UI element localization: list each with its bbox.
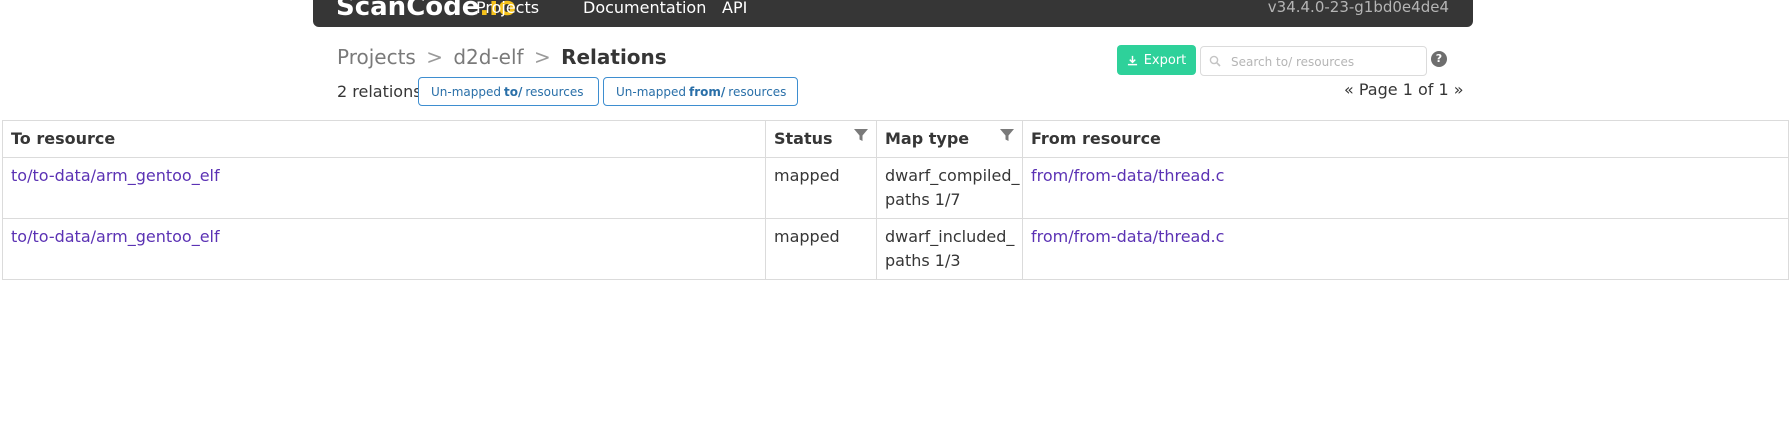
header-from-resource: From resource — [1022, 120, 1789, 158]
cell-to-resource: to/to-data/arm_gentoo_elf — [2, 157, 766, 219]
unmapped-from-suffix: resources — [728, 84, 787, 99]
header-map-type: Map type — [876, 120, 1023, 158]
unmapped-from-button[interactable]: Un-mapped from/ resources — [603, 77, 798, 106]
map-type-line: paths 1/7 — [885, 190, 961, 209]
export-label: Export — [1143, 52, 1187, 68]
filter-icon[interactable] — [1000, 128, 1014, 142]
search-field[interactable] — [1200, 46, 1427, 76]
export-button[interactable]: Export — [1117, 45, 1196, 75]
relations-table: To resource Status Map type From resourc… — [2, 120, 1789, 280]
cell-status: mapped — [765, 218, 877, 280]
header-to-resource: To resource — [2, 120, 766, 158]
search-icon — [1209, 55, 1221, 67]
search-input[interactable] — [1229, 51, 1423, 73]
map-type-line: paths 1/3 — [885, 251, 961, 270]
breadcrumb-projects[interactable]: Projects — [337, 45, 416, 69]
nav-api[interactable]: API — [722, 0, 747, 17]
pagination[interactable]: « Page 1 of 1 » — [1344, 80, 1464, 99]
question-circle-icon[interactable]: ? — [1431, 51, 1447, 67]
header-label: Status — [774, 129, 833, 148]
relations-count: 2 relations — [337, 82, 422, 101]
cell-status: mapped — [765, 157, 877, 219]
unmapped-to-suffix: resources — [525, 84, 584, 99]
page-title: Relations — [561, 45, 667, 69]
from-resource-link[interactable]: from/from-data/thread.c — [1031, 227, 1224, 246]
header-label: To resource — [11, 129, 116, 148]
cell-from-resource: from/from-data/thread.c — [1022, 157, 1789, 219]
table-row: to/to-data/arm_gentoo_elf mapped dwarf_i… — [2, 218, 1789, 280]
unmapped-from-prefix: Un-mapped — [616, 84, 686, 99]
cell-map-type: dwarf_included_paths 1/3 — [876, 218, 1023, 280]
unmapped-to-bold: to/ — [504, 84, 523, 99]
cell-map-type: dwarf_compiled_paths 1/7 — [876, 157, 1023, 219]
filter-icon[interactable] — [854, 128, 868, 142]
nav-projects[interactable]: Projects — [476, 0, 539, 17]
to-resource-link[interactable]: to/to-data/arm_gentoo_elf — [11, 166, 220, 185]
table-row: to/to-data/arm_gentoo_elf mapped dwarf_c… — [2, 157, 1789, 219]
to-resource-link[interactable]: to/to-data/arm_gentoo_elf — [11, 227, 220, 246]
top-navbar: ScanCode.io Projects Documentation API v… — [313, 0, 1473, 27]
map-type-line: dwarf_compiled_ — [885, 166, 1020, 185]
from-resource-link[interactable]: from/from-data/thread.c — [1031, 166, 1224, 185]
table-header-row: To resource Status Map type From resourc… — [2, 120, 1789, 158]
breadcrumb-project[interactable]: d2d-elf — [453, 45, 523, 69]
cell-from-resource: from/from-data/thread.c — [1022, 218, 1789, 280]
breadcrumb-separator: > — [533, 45, 551, 69]
download-icon — [1127, 55, 1137, 65]
header-status: Status — [765, 120, 877, 158]
version-label: v34.4.0-23-g1bd0e4de4 — [1267, 0, 1449, 16]
breadcrumb-separator: > — [426, 45, 443, 69]
unmapped-to-prefix: Un-mapped — [431, 84, 501, 99]
header-label: From resource — [1031, 129, 1161, 148]
unmapped-to-button[interactable]: Un-mapped to/ resources — [418, 77, 599, 106]
cell-to-resource: to/to-data/arm_gentoo_elf — [2, 218, 766, 280]
map-type-line: dwarf_included_ — [885, 227, 1015, 246]
header-label: Map type — [885, 129, 970, 148]
nav-documentation[interactable]: Documentation — [583, 0, 706, 17]
breadcrumb: Projects > d2d-elf > Relations — [337, 45, 667, 69]
unmapped-from-bold: from/ — [689, 84, 726, 99]
